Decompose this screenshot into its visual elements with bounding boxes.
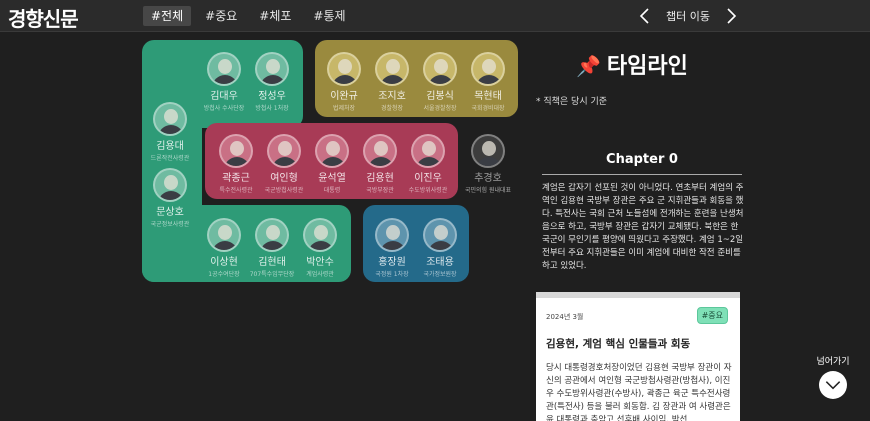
chevron-down-icon [825, 381, 841, 390]
portrait [411, 134, 445, 168]
card-date: 2024년 3월 [546, 313, 584, 321]
card-tag[interactable]: #중요 [696, 307, 728, 324]
person-card[interactable]: 이진우 수도방위사령관 [398, 134, 458, 194]
skip-button[interactable] [819, 371, 847, 399]
portrait [207, 52, 241, 86]
portrait [375, 218, 409, 252]
person-card[interactable]: 문상호 국군정보사령관 [140, 168, 200, 228]
timeline-card[interactable]: 2024년 3월 #중요 김용현, 계엄 핵심 인물들과 회동 당시 대통령경호… [536, 292, 740, 421]
timeline-panel: 📌 타임라인 * 직책은 당시 기준 Chapter 0 계엄은 갑자기 선포된 … [530, 32, 750, 421]
tab-control[interactable]: #통제 [305, 6, 353, 26]
portrait [255, 52, 289, 86]
person-card[interactable]: 박안수 계엄사령관 [290, 218, 350, 278]
portrait [207, 218, 241, 252]
logo[interactable]: 경향신문 [8, 3, 79, 32]
portrait [471, 52, 505, 86]
portrait [327, 52, 361, 86]
portrait [471, 134, 505, 168]
portrait [153, 102, 187, 136]
portrait [423, 52, 457, 86]
portrait [315, 134, 349, 168]
tab-all[interactable]: #전체 [143, 6, 192, 26]
chapter-nav: 챕터 이동 [634, 6, 742, 26]
portrait [255, 218, 289, 252]
filter-tabs: #전체 #중요 #체포 #통제 [143, 6, 354, 26]
portrait [303, 218, 337, 252]
portrait [219, 134, 253, 168]
person-card[interactable]: 목현태 국회경비대장 [458, 52, 518, 112]
tab-arrest[interactable]: #체포 [251, 6, 299, 26]
person-card[interactable]: 정성우 방첩사 1처장 [242, 52, 302, 112]
person-card[interactable]: 추경호 국민의힘 원내대표 [458, 134, 518, 194]
top-bar: 경향신문 #전체 #중요 #체포 #통제 챕터 이동 [0, 0, 870, 32]
portrait [423, 218, 457, 252]
person-card[interactable]: 조태용 국가정보원장 [410, 218, 470, 278]
chapter-text: 계엄은 갑자기 선포된 것이 아니었다. 연초부터 계엄의 주역인 김용현 국방… [542, 183, 744, 271]
portrait [153, 168, 187, 202]
chapter-nav-label: 챕터 이동 [666, 10, 710, 23]
portrait [267, 134, 301, 168]
relationship-diagram: 김대우 방첩사 수사단장 정성우 방첩사 1처장 김용대 드론작전사령관 문상호… [0, 32, 530, 421]
timeline-title: 📌 타임라인 [576, 54, 688, 79]
tab-important[interactable]: #중요 [197, 6, 245, 26]
chevron-left-icon[interactable] [634, 6, 654, 26]
card-body: 당시 대통령경호처장이었던 김용현 국방부 장관이 자신의 공관에서 여인형 국… [546, 363, 732, 421]
pushpin-icon: 📌 [576, 54, 601, 78]
skip-label: 넘어가기 [816, 357, 850, 367]
card-headline: 김용현, 계엄 핵심 인물들과 회동 [546, 338, 691, 350]
person-card[interactable]: 김용대 드론작전사령관 [140, 102, 200, 162]
portrait [363, 134, 397, 168]
portrait [375, 52, 409, 86]
chapter-title: Chapter 0 [606, 152, 678, 167]
timeline-note: * 직책은 당시 기준 [536, 97, 608, 107]
chevron-right-icon[interactable] [722, 6, 742, 26]
chapter-divider [542, 174, 742, 175]
